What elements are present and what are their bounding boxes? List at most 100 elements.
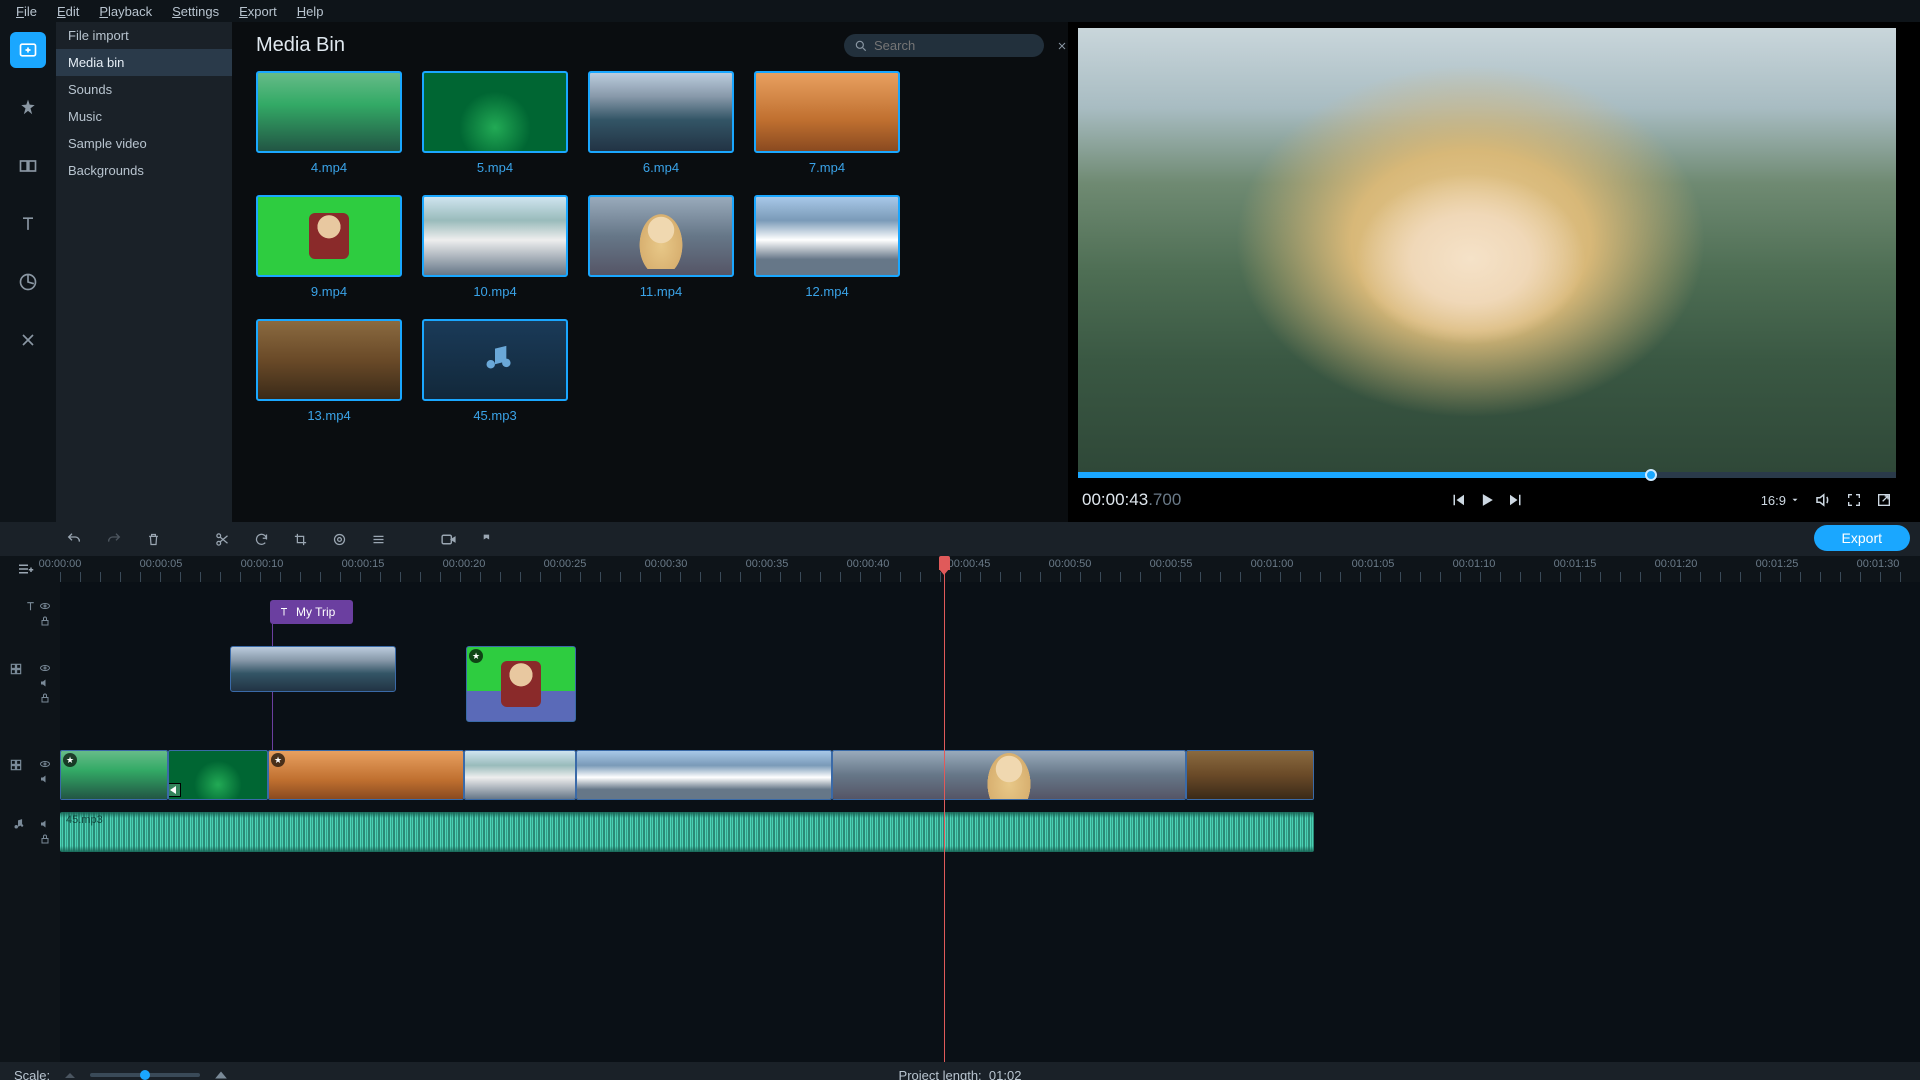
video-clip[interactable]	[576, 750, 832, 800]
split-button[interactable]	[215, 532, 230, 547]
crop-button[interactable]	[293, 532, 308, 547]
media-item[interactable]: 12.mp4	[754, 195, 900, 299]
overlay-track-controls[interactable]	[30, 662, 60, 704]
preview-screen[interactable]	[1078, 28, 1896, 472]
search-input[interactable]	[874, 38, 1050, 53]
menu-export[interactable]: Export	[229, 1, 287, 22]
overlay-clip[interactable]: ★	[466, 646, 576, 722]
media-item[interactable]: 11.mp4	[588, 195, 734, 299]
next-frame-button[interactable]	[1507, 491, 1525, 509]
marker-button[interactable]	[481, 532, 494, 547]
lock-icon[interactable]	[39, 833, 51, 845]
media-thumb[interactable]	[422, 71, 568, 153]
title-track[interactable]: My Trip	[60, 600, 1920, 630]
media-thumb[interactable]	[754, 71, 900, 153]
clear-search-icon[interactable]	[1056, 40, 1068, 52]
audio-track-controls[interactable]	[30, 818, 60, 845]
effect-badge-icon: ★	[469, 649, 483, 663]
titles-icon[interactable]	[10, 206, 46, 242]
import-icon[interactable]	[10, 32, 46, 68]
timeline[interactable]: My Trip ★ ★★ 45.mp3	[0, 582, 1920, 1062]
speaker-icon[interactable]	[39, 818, 51, 830]
timeline-ruler[interactable]: 00:00:0000:00:0500:00:1000:00:1500:00:20…	[0, 556, 1920, 582]
lock-icon[interactable]	[39, 692, 51, 704]
speaker-icon[interactable]	[39, 677, 51, 689]
media-item[interactable]: 6.mp4	[588, 71, 734, 175]
clip-properties-button[interactable]	[371, 532, 386, 547]
video-clip[interactable]	[1186, 750, 1314, 800]
media-panel-backgrounds[interactable]: Backgrounds	[56, 157, 232, 184]
volume-icon[interactable]	[1814, 491, 1832, 509]
delete-button[interactable]	[146, 532, 161, 547]
media-panel-sounds[interactable]: Sounds	[56, 76, 232, 103]
video-track[interactable]: ★★	[60, 750, 1920, 802]
eye-icon[interactable]	[39, 600, 51, 612]
redo-button[interactable]	[106, 531, 122, 547]
filters-icon[interactable]	[10, 90, 46, 126]
scale-slider[interactable]	[90, 1073, 200, 1077]
stickers-icon[interactable]	[10, 264, 46, 300]
media-thumb[interactable]	[256, 195, 402, 277]
rotate-button[interactable]	[254, 532, 269, 547]
fullscreen-icon[interactable]	[1846, 492, 1862, 508]
title-clip[interactable]: My Trip	[270, 600, 353, 624]
record-button[interactable]	[440, 531, 457, 548]
undo-button[interactable]	[66, 531, 82, 547]
media-item[interactable]: 5.mp4	[422, 71, 568, 175]
media-panel-music[interactable]: Music	[56, 103, 232, 130]
media-thumb[interactable]	[422, 319, 568, 401]
zoom-out-icon[interactable]	[64, 1070, 76, 1080]
scale-label: Scale:	[14, 1068, 50, 1080]
menu-playback[interactable]: Playback	[89, 1, 162, 22]
media-thumb[interactable]	[588, 71, 734, 153]
media-panel-media-bin[interactable]: Media bin	[56, 49, 232, 76]
video-clip[interactable]: ★	[268, 750, 464, 800]
media-panel-file-import[interactable]: File import	[56, 22, 232, 49]
audio-track[interactable]: 45.mp3	[60, 812, 1920, 854]
ruler-label: 00:00:20	[443, 558, 486, 570]
media-item[interactable]: 13.mp4	[256, 319, 402, 423]
media-item[interactable]: 9.mp4	[256, 195, 402, 299]
transition-marker[interactable]	[168, 783, 181, 797]
menu-file[interactable]: File	[6, 1, 47, 22]
export-button[interactable]: Export	[1814, 525, 1910, 551]
transitions-icon[interactable]	[10, 148, 46, 184]
more-tools-icon[interactable]	[10, 322, 46, 358]
menu-edit[interactable]: Edit	[47, 1, 89, 22]
eye-icon[interactable]	[39, 662, 51, 674]
overlay-track[interactable]: ★	[60, 646, 1920, 736]
overlay-clip[interactable]	[230, 646, 396, 692]
audio-clip[interactable]: 45.mp3	[60, 812, 1314, 852]
popout-icon[interactable]	[1876, 492, 1892, 508]
video-clip[interactable]	[832, 750, 1186, 800]
search-box[interactable]	[844, 34, 1044, 57]
media-thumb[interactable]	[256, 71, 402, 153]
media-item[interactable]: 4.mp4	[256, 71, 402, 175]
media-thumb[interactable]	[754, 195, 900, 277]
video-clip[interactable]	[168, 750, 268, 800]
video-clip[interactable]	[464, 750, 576, 800]
media-item[interactable]: 7.mp4	[754, 71, 900, 175]
menu-settings[interactable]: Settings	[162, 1, 229, 22]
media-thumb[interactable]	[422, 195, 568, 277]
video-clip[interactable]: ★	[60, 750, 168, 800]
video-track-controls[interactable]	[30, 758, 60, 785]
zoom-in-icon[interactable]	[214, 1069, 228, 1080]
speaker-icon[interactable]	[39, 773, 51, 785]
media-item[interactable]: 10.mp4	[422, 195, 568, 299]
playhead[interactable]	[944, 556, 945, 1062]
media-thumb[interactable]	[256, 319, 402, 401]
aspect-ratio-selector[interactable]: 16:9	[1761, 493, 1800, 508]
title-track-controls[interactable]	[30, 600, 60, 627]
media-panel-sample-video[interactable]: Sample video	[56, 130, 232, 157]
prev-frame-button[interactable]	[1449, 491, 1467, 509]
eye-icon[interactable]	[39, 758, 51, 770]
lock-icon[interactable]	[39, 615, 51, 627]
media-thumb[interactable]	[588, 195, 734, 277]
play-button[interactable]	[1477, 490, 1497, 510]
media-item[interactable]: 45.mp3	[422, 319, 568, 423]
menu-help[interactable]: Help	[287, 1, 334, 22]
add-track-button[interactable]	[16, 560, 34, 578]
color-button[interactable]	[332, 532, 347, 547]
overlay-track-icon	[4, 662, 28, 676]
